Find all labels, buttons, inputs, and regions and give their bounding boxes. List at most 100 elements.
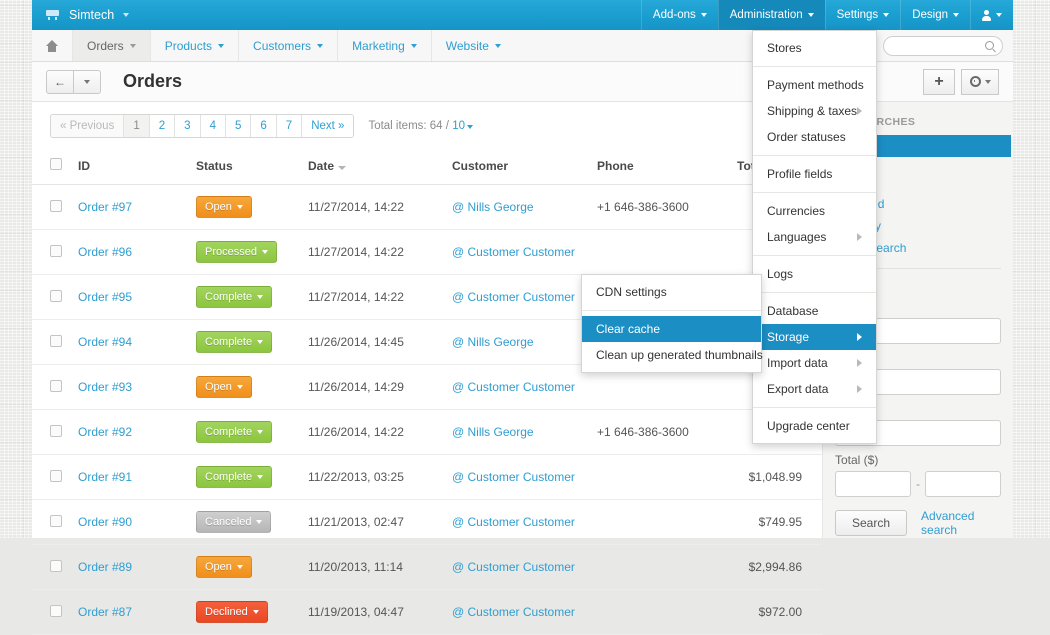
order-link[interactable]: Order #95 [78, 290, 132, 304]
storage-menu-item-clean-up-generated-thumbnails[interactable]: Clean up generated thumbnails [582, 342, 761, 368]
search-input[interactable] [892, 40, 985, 52]
back-button[interactable]: ← [46, 70, 74, 94]
status-label: Complete [205, 471, 252, 483]
nav-item-website[interactable]: Website [431, 30, 515, 61]
pagination-page-2[interactable]: 2 [150, 115, 175, 137]
admin-menu-item-import-data[interactable]: Import data [753, 350, 876, 376]
row-checkbox[interactable] [50, 245, 62, 257]
total-from-field[interactable] [835, 471, 911, 497]
brand-logo[interactable]: Simtech [32, 0, 139, 30]
admin-menu-item-upgrade-center[interactable]: Upgrade center [753, 413, 876, 439]
search-button[interactable]: Search [835, 510, 907, 536]
customer-link[interactable]: @ Nills George [452, 425, 534, 439]
column-header-customer[interactable]: Customer [452, 148, 597, 185]
row-checkbox[interactable] [50, 200, 62, 212]
row-checkbox[interactable] [50, 380, 62, 392]
pagination-page-7[interactable]: 7 [277, 115, 302, 137]
admin-menu-item-order-statuses[interactable]: Order statuses [753, 124, 876, 150]
pagination-page-3[interactable]: 3 [175, 115, 200, 137]
settings-button[interactable] [961, 69, 999, 95]
status-badge[interactable]: Declined [196, 601, 268, 623]
column-header-id[interactable]: ID [78, 148, 196, 185]
customer-link[interactable]: @ Customer Customer [452, 605, 575, 619]
customer-link[interactable]: @ Nills George [452, 335, 534, 349]
row-checkbox[interactable] [50, 470, 62, 482]
admin-menu-item-shipping-taxes[interactable]: Shipping & taxes [753, 98, 876, 124]
nav-item-marketing[interactable]: Marketing [337, 30, 431, 61]
order-link[interactable]: Order #92 [78, 425, 132, 439]
status-badge[interactable]: Open [196, 196, 252, 218]
admin-menu-item-languages[interactable]: Languages [753, 224, 876, 250]
order-link[interactable]: Order #96 [78, 245, 132, 259]
pagination-page-1[interactable]: 1 [124, 115, 149, 137]
row-checkbox[interactable] [50, 605, 62, 617]
status-badge[interactable]: Complete [196, 286, 272, 308]
admin-menu-item-database[interactable]: Database [753, 298, 876, 324]
storage-menu-item-cdn-settings[interactable]: CDN settings [582, 279, 761, 305]
topbar-item-addons[interactable]: Add-ons [641, 0, 718, 30]
pagination-page-6[interactable]: 6 [251, 115, 276, 137]
user-menu[interactable] [970, 0, 1013, 30]
total-to-field[interactable] [925, 471, 1001, 497]
admin-menu-item-payment-methods[interactable]: Payment methods [753, 72, 876, 98]
top-bar: Simtech Add-ons Administration Settings … [32, 0, 1013, 30]
status-badge[interactable]: Open [196, 376, 252, 398]
per-page-selector[interactable]: 10 [452, 120, 465, 132]
status-badge[interactable]: Complete [196, 421, 272, 443]
customer-link[interactable]: @ Customer Customer [452, 515, 575, 529]
status-badge[interactable]: Open [196, 556, 252, 578]
order-link[interactable]: Order #93 [78, 380, 132, 394]
status-badge[interactable]: Complete [196, 331, 272, 353]
admin-menu-item-export-data[interactable]: Export data [753, 376, 876, 402]
topbar-item-design[interactable]: Design [900, 0, 970, 30]
customer-link[interactable]: @ Customer Customer [452, 470, 575, 484]
row-checkbox[interactable] [50, 335, 62, 347]
customer-link[interactable]: @ Customer Customer [452, 380, 575, 394]
row-select-cell [32, 365, 78, 410]
nav-home-button[interactable] [32, 30, 72, 61]
select-all-checkbox[interactable] [50, 158, 62, 170]
customer-link[interactable]: @ Customer Customer [452, 560, 575, 574]
nav-item-orders[interactable]: Orders [72, 30, 150, 61]
admin-menu-item-profile-fields[interactable]: Profile fields [753, 161, 876, 187]
topbar-item-settings[interactable]: Settings [825, 0, 901, 30]
pagination-page-5[interactable]: 5 [226, 115, 251, 137]
row-checkbox[interactable] [50, 515, 62, 527]
admin-menu-item-stores[interactable]: Stores [753, 35, 876, 61]
global-search[interactable] [883, 36, 1003, 56]
order-link[interactable]: Order #87 [78, 605, 132, 619]
status-badge[interactable]: Canceled [196, 511, 271, 533]
column-header-status[interactable]: Status [196, 148, 308, 185]
pagination-page-4[interactable]: 4 [201, 115, 226, 137]
order-customer-cell: @ Customer Customer [452, 230, 597, 275]
pagination-previous[interactable]: « Previous [51, 115, 124, 137]
customer-link[interactable]: @ Nills George [452, 200, 534, 214]
order-link[interactable]: Order #94 [78, 335, 132, 349]
customer-link[interactable]: @ Customer Customer [452, 290, 575, 304]
advanced-search-link[interactable]: Advanced search [921, 509, 1001, 537]
pagination-next[interactable]: Next » [302, 115, 353, 137]
back-dropdown-button[interactable] [74, 70, 101, 94]
storage-menu-item-clear-cache[interactable]: Clear cache [582, 316, 761, 342]
customer-link[interactable]: @ Customer Customer [452, 245, 575, 259]
status-badge[interactable]: Complete [196, 466, 272, 488]
chevron-down-icon [257, 295, 263, 299]
admin-menu-item-storage[interactable]: Storage [753, 324, 876, 350]
nav-item-label: Customers [253, 39, 311, 53]
column-header-phone[interactable]: Phone [597, 148, 737, 185]
admin-menu-item-currencies[interactable]: Currencies [753, 198, 876, 224]
admin-menu-item-logs[interactable]: Logs [753, 261, 876, 287]
order-link[interactable]: Order #91 [78, 470, 132, 484]
row-checkbox[interactable] [50, 290, 62, 302]
row-checkbox[interactable] [50, 560, 62, 572]
column-header-date[interactable]: Date [308, 148, 452, 185]
topbar-item-administration[interactable]: Administration [718, 0, 825, 30]
nav-item-products[interactable]: Products [150, 30, 238, 61]
row-checkbox[interactable] [50, 425, 62, 437]
nav-item-customers[interactable]: Customers [238, 30, 337, 61]
order-link[interactable]: Order #90 [78, 515, 132, 529]
add-order-button[interactable]: + [923, 69, 955, 95]
order-link[interactable]: Order #89 [78, 560, 132, 574]
order-link[interactable]: Order #97 [78, 200, 132, 214]
status-badge[interactable]: Processed [196, 241, 277, 263]
